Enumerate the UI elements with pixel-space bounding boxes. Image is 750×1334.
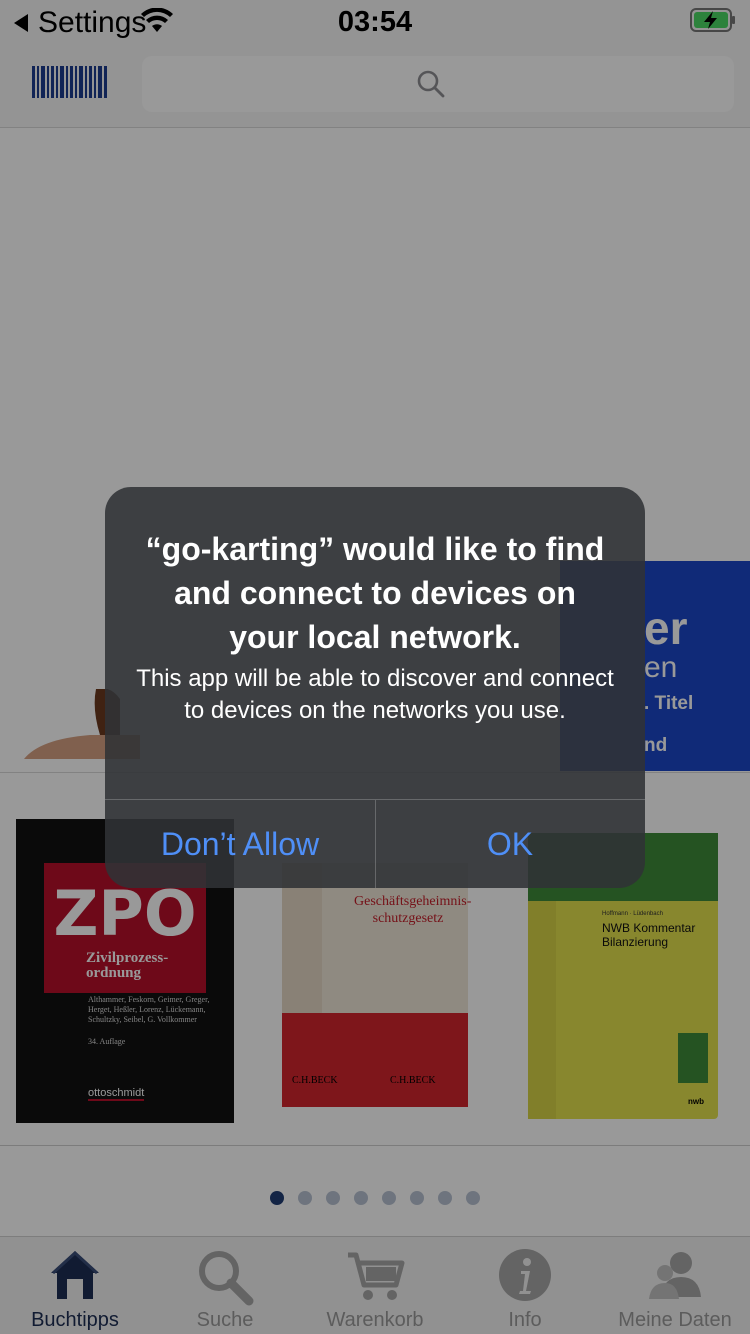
local-network-permission-alert: “go-karting” would like to find and conn… bbox=[105, 487, 645, 888]
alert-title: “go-karting” would like to find and conn… bbox=[145, 531, 605, 655]
alert-message: This app will be able to discover and co… bbox=[136, 665, 614, 724]
dont-allow-button[interactable]: Don’t Allow bbox=[105, 800, 375, 888]
ok-button[interactable]: OK bbox=[375, 800, 645, 888]
